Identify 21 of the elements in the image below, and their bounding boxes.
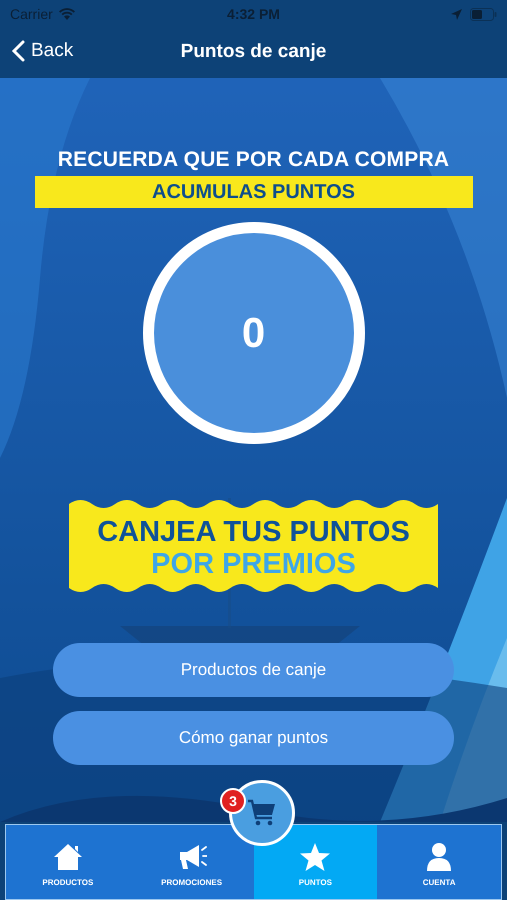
menu-button[interactable]: Cómo ganar puntos <box>53 711 454 765</box>
carrier-name: Carrier <box>10 6 53 22</box>
battery-icon <box>470 8 497 20</box>
banner-subtitle: POR PREMIOS <box>151 548 356 580</box>
screen-title: Puntos de canje <box>180 41 326 63</box>
tab[interactable]: PROMOCIONES <box>130 825 254 899</box>
highlight-banner: ACUMULAS PUNTOS <box>34 176 472 208</box>
menu-button[interactable]: Productos de canje <box>53 643 454 697</box>
wifi-icon <box>58 8 75 20</box>
banner-title: CANJEA TUS PUNTOS <box>97 516 410 548</box>
cart-icon <box>247 799 277 827</box>
star-icon <box>300 842 330 872</box>
house-icon <box>52 842 83 872</box>
back-button[interactable]: Back <box>10 38 76 64</box>
status-time: 4:32 PM <box>226 6 281 22</box>
tab[interactable]: CUENTA <box>377 825 501 899</box>
tab[interactable]: PUNTOS <box>254 825 378 899</box>
headline: RECUERDA QUE POR CADA COMPRA <box>58 148 450 172</box>
chevron-icon <box>12 40 25 62</box>
tab[interactable]: PRODUCTOS <box>6 825 130 899</box>
location-icon <box>450 8 462 20</box>
